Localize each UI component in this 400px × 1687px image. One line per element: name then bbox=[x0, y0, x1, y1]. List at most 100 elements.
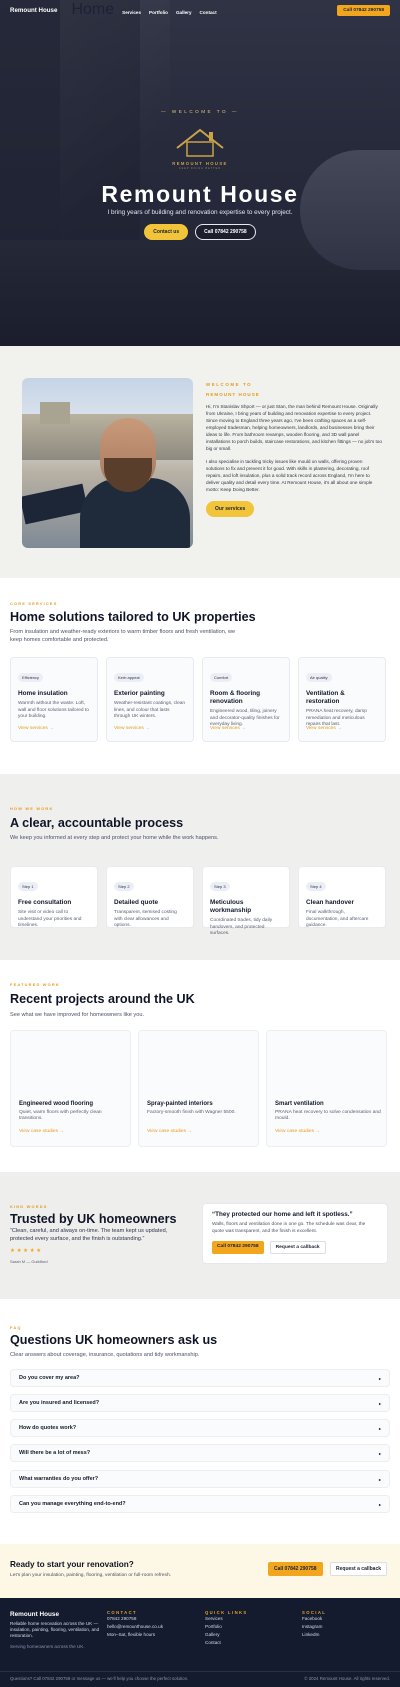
footer-link-portfolio[interactable]: Portfolio bbox=[205, 1623, 248, 1631]
footer-link-gallery[interactable]: Gallery bbox=[205, 1631, 248, 1639]
hero-call-button[interactable]: Call 07842 290758 bbox=[195, 224, 256, 240]
faq-item[interactable]: Will there be a lot of mess? ▸ bbox=[10, 1444, 390, 1462]
hero-subtitle: I bring years of building and renovation… bbox=[107, 209, 293, 216]
nav-call-button[interactable]: Call 07842 290758 bbox=[337, 4, 390, 16]
process-section: HOW WE WORK A clear, accountable process… bbox=[0, 774, 400, 960]
hero-section: — WELCOME TO — REMOUNT HOUSE KEEP DOING … bbox=[0, 0, 400, 346]
logo-tagline: KEEP DOING BETTER bbox=[179, 167, 221, 170]
expand-arrow-icon: ▸ bbox=[378, 1501, 381, 1507]
service-title: Exterior painting bbox=[114, 690, 165, 697]
projects-kicker: FEATURED WORK bbox=[10, 982, 60, 987]
faq-item[interactable]: What warranties do you offer? ▸ bbox=[10, 1470, 390, 1488]
footer-serving: Serving homeowners across the UK. bbox=[10, 1643, 85, 1649]
project-title: Engineered wood flooring bbox=[19, 1101, 93, 1107]
service-card[interactable]: Efficiency Home insulation Warmth withou… bbox=[10, 657, 98, 742]
nav-brand[interactable]: Remount House bbox=[10, 7, 57, 14]
hero-kicker: — WELCOME TO — bbox=[161, 109, 239, 114]
footer-linkedin[interactable]: LinkedIn bbox=[302, 1631, 326, 1639]
step-title: Clean handover bbox=[306, 899, 354, 906]
cta-call-button[interactable]: Call 07842 290758 bbox=[268, 1562, 323, 1576]
nav-home[interactable]: Home bbox=[71, 1, 114, 19]
project-title: Spray-painted interiors bbox=[147, 1101, 213, 1107]
step-tag: Step 2 bbox=[114, 882, 134, 891]
process-step: Step 1 Free consultation Site visit or v… bbox=[10, 866, 98, 928]
testimonial-card: “They protected our home and left it spo… bbox=[202, 1203, 388, 1264]
process-step: Step 2 Detailed quote Transparent, itemi… bbox=[106, 866, 194, 928]
owner-photo bbox=[22, 378, 193, 548]
nav-contact[interactable]: Contact bbox=[200, 1, 217, 19]
view-services-link[interactable]: View services → bbox=[210, 726, 246, 731]
services-desc: From insulation and weather-ready exteri… bbox=[10, 629, 236, 644]
cta-banner: Ready to start your renovation? Let's pl… bbox=[0, 1544, 400, 1598]
footer-email[interactable]: hello@remounthouse.co.uk bbox=[107, 1623, 163, 1631]
expand-arrow-icon: ▸ bbox=[378, 1425, 381, 1431]
service-title: Ventilation & restoration bbox=[306, 690, 345, 705]
top-nav: Remount House Home Services Portfolio Ga… bbox=[0, 0, 400, 20]
projects-section: FEATURED WORK Recent projects around the… bbox=[0, 960, 400, 1172]
hero-buttons: Contact us Call 07842 290758 bbox=[0, 224, 400, 240]
our-services-button[interactable]: Our services bbox=[206, 501, 255, 517]
card-callback-button[interactable]: Request a callback bbox=[269, 1241, 326, 1255]
faq-item[interactable]: Can you manage everything end-to-end? ▸ bbox=[10, 1495, 390, 1513]
cta-callback-button[interactable]: Request a callback bbox=[330, 1562, 388, 1576]
nav-services[interactable]: Services bbox=[122, 1, 141, 19]
service-card[interactable]: Kerb appeal Exterior painting Weather-re… bbox=[106, 657, 194, 742]
nav-gallery[interactable]: Gallery bbox=[176, 1, 192, 19]
view-case-studies-link[interactable]: View case studies → bbox=[275, 1129, 320, 1134]
view-case-studies-link[interactable]: View case studies → bbox=[147, 1129, 192, 1134]
card-call-button[interactable]: Call 07842 290758 bbox=[212, 1241, 264, 1255]
cta-title: Ready to start your renovation? bbox=[10, 1560, 134, 1569]
step-desc: Transparent, itemised costing with clear… bbox=[114, 910, 177, 929]
step-tag: Step 1 bbox=[18, 882, 38, 891]
project-desc: Quiet, warm floors with perfectly clean … bbox=[19, 1110, 102, 1122]
footer-instagram[interactable]: Instagram bbox=[302, 1623, 326, 1631]
faq-kicker: FAQ bbox=[10, 1325, 22, 1330]
nav-portfolio[interactable]: Portfolio bbox=[149, 1, 168, 19]
view-services-link[interactable]: View services → bbox=[114, 726, 150, 731]
expand-arrow-icon: ▸ bbox=[378, 1400, 381, 1406]
service-card[interactable]: Comfort Room & flooring renovation Engin… bbox=[202, 657, 290, 742]
contact-us-button[interactable]: Contact us bbox=[144, 224, 189, 240]
footer-copyright: © 2024 Remount House. All rights reserve… bbox=[304, 1676, 390, 1681]
step-title: Meticulous workmanship bbox=[210, 899, 252, 914]
project-card[interactable]: Smart ventilation PRANA heat recovery to… bbox=[266, 1030, 387, 1147]
service-card[interactable]: Air quality Ventilation & restoration PR… bbox=[298, 657, 386, 742]
footer-link-contact[interactable]: Contact bbox=[205, 1639, 248, 1647]
card-quote-text: Walls, floors and ventilation done in on… bbox=[212, 1222, 366, 1234]
process-title: A clear, accountable process bbox=[10, 816, 184, 830]
project-desc: PRANA heat recovery to solve condensatio… bbox=[275, 1110, 381, 1122]
footer-about: Reliable home renovation across the UK —… bbox=[10, 1621, 100, 1639]
testimonial-author: Sarah M — Guildford bbox=[10, 1259, 48, 1264]
faq-item[interactable]: Are you insured and licensed? ▸ bbox=[10, 1394, 390, 1412]
faq-desc: Clear answers about coverage, insurance,… bbox=[10, 1352, 200, 1358]
view-services-link[interactable]: View services → bbox=[306, 726, 342, 731]
cta-desc: Let's plan your insulation, painting, fl… bbox=[10, 1573, 172, 1578]
step-desc: Site visit or video call to understand y… bbox=[18, 910, 82, 929]
step-title: Free consultation bbox=[18, 899, 72, 906]
footer-link-services[interactable]: Services bbox=[205, 1615, 248, 1623]
service-tag: Efficiency bbox=[18, 673, 44, 682]
service-desc: Weather-resistant coatings, clean lines,… bbox=[114, 701, 186, 720]
logo-wordmark: REMOUNT HOUSE bbox=[172, 161, 228, 166]
testimonial-title: Trusted by UK homeowners bbox=[10, 1212, 177, 1226]
view-services-link[interactable]: View services → bbox=[18, 726, 54, 731]
footer-phone[interactable]: 07842 290758 bbox=[107, 1615, 163, 1623]
project-title: Smart ventilation bbox=[275, 1101, 324, 1107]
process-step: Step 3 Meticulous workmanship Coordinate… bbox=[202, 866, 290, 936]
expand-arrow-icon: ▸ bbox=[378, 1450, 381, 1456]
footer-facebook[interactable]: Facebook bbox=[302, 1615, 326, 1623]
projects-title: Recent projects around the UK bbox=[10, 992, 195, 1006]
service-desc: Warmth without the waste. Loft, wall and… bbox=[18, 701, 89, 720]
process-desc: We keep you informed at every step and p… bbox=[10, 835, 219, 841]
service-title: Room & flooring renovation bbox=[210, 690, 261, 705]
project-card[interactable]: Engineered wood flooring Quiet, warm flo… bbox=[10, 1030, 131, 1147]
faq-item[interactable]: How do quotes work? ▸ bbox=[10, 1419, 390, 1437]
faq-section: FAQ Questions UK homeowners ask us Clear… bbox=[0, 1299, 400, 1544]
step-title: Detailed quote bbox=[114, 899, 159, 906]
faq-item[interactable]: Do you cover my area? ▸ bbox=[10, 1369, 390, 1387]
about-kicker: WELCOME TO bbox=[206, 382, 253, 387]
about-section: WELCOME TO REMOUNT HOUSE Hi, I'm Stanisl… bbox=[0, 346, 400, 578]
view-case-studies-link[interactable]: View case studies → bbox=[19, 1129, 64, 1134]
project-card[interactable]: Spray-painted interiors Factory-smooth f… bbox=[138, 1030, 259, 1147]
services-kicker: CORE SERVICES bbox=[10, 601, 58, 606]
